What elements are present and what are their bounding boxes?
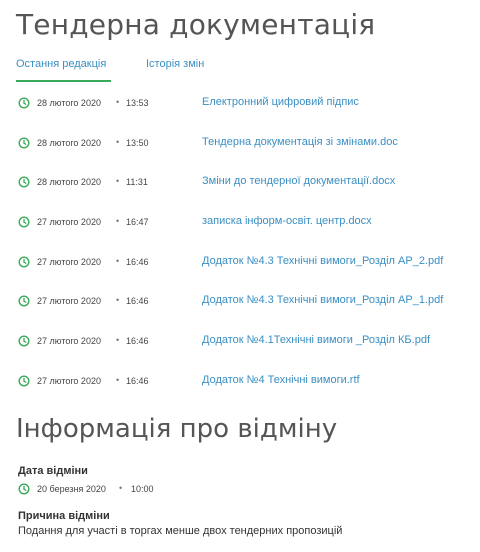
document-date: 28 лютого 2020 (37, 177, 101, 187)
clock-icon (18, 256, 30, 268)
document-link[interactable]: Додаток №4.3 Технічні вимоги_Розділ АР_2… (202, 255, 443, 267)
document-row: 27 лютого 2020 • 16:46 Додаток №4.3 Техн… (0, 293, 480, 313)
document-date: 28 лютого 2020 (37, 98, 101, 108)
separator-dot: • (116, 97, 120, 107)
document-row: 28 лютого 2020 • 13:50 Тендерна документ… (0, 135, 480, 155)
document-date: 27 лютого 2020 (37, 217, 101, 227)
document-time: 16:46 (126, 257, 149, 267)
separator-dot: • (116, 295, 120, 305)
document-time: 16:47 (126, 217, 149, 227)
cancellation-date: 20 березня 2020 (37, 484, 106, 494)
separator-dot: • (116, 137, 120, 147)
clock-icon (18, 97, 30, 109)
document-link[interactable]: Електронний цифровий підпис (202, 96, 359, 108)
clock-icon (18, 483, 30, 495)
document-time: 16:46 (126, 336, 149, 346)
document-date: 28 лютого 2020 (37, 138, 101, 148)
document-row: 27 лютого 2020 • 16:46 Додаток №4.1Техні… (0, 333, 480, 353)
cancellation-date-row: 20 березня 2020 • 10:00 (0, 481, 480, 497)
cancellation-date-label: Дата відміни (18, 465, 88, 477)
document-row: 27 лютого 2020 • 16:46 Додаток №4 Техніч… (0, 373, 480, 393)
cancellation-time: 10:00 (131, 484, 154, 494)
clock-icon (18, 176, 30, 188)
clock-icon (18, 295, 30, 307)
separator-dot: • (116, 335, 120, 345)
tab-bar: Остання редакція Історія змін (0, 54, 480, 84)
separator-dot: • (116, 256, 120, 266)
document-time: 13:50 (126, 138, 149, 148)
document-date: 27 лютого 2020 (37, 336, 101, 346)
clock-icon (18, 335, 30, 347)
separator-dot: • (116, 375, 120, 385)
document-link[interactable]: Додаток №4.3 Технічні вимоги_Розділ АР_1… (202, 294, 443, 306)
cancellation-reason-label: Причина відміни (18, 510, 110, 522)
document-link[interactable]: Зміни до тендерної документації.docx (202, 175, 395, 187)
document-time: 16:46 (126, 376, 149, 386)
cancellation-section-title: Інформація про відміну (16, 414, 338, 444)
document-row: 28 лютого 2020 • 13:53 Електронний цифро… (0, 95, 480, 115)
document-row: 27 лютого 2020 • 16:47 записка інформ-ос… (0, 214, 480, 234)
tab-change-history[interactable]: Історія змін (146, 58, 204, 80)
clock-icon (18, 375, 30, 387)
clock-icon (18, 216, 30, 228)
tab-latest-revision[interactable]: Остання редакція (16, 58, 111, 82)
separator-dot: • (119, 483, 123, 493)
page-title: Тендерна документація (16, 8, 376, 41)
document-time: 13:53 (126, 98, 149, 108)
document-time: 16:46 (126, 296, 149, 306)
document-time: 11:31 (126, 177, 148, 187)
document-date: 27 лютого 2020 (37, 296, 101, 306)
document-row: 28 лютого 2020 • 11:31 Зміни до тендерно… (0, 174, 480, 194)
document-link[interactable]: записка інформ-освіт. центр.docx (202, 215, 372, 227)
document-link[interactable]: Додаток №4.1Технічні вимоги _Розділ КБ.p… (202, 334, 430, 346)
document-row: 27 лютого 2020 • 16:46 Додаток №4.3 Техн… (0, 254, 480, 274)
document-link[interactable]: Додаток №4 Технічні вимоги.rtf (202, 374, 360, 386)
document-date: 27 лютого 2020 (37, 376, 101, 386)
cancellation-reason: Подання для участі в торгах менше двох т… (18, 525, 343, 537)
separator-dot: • (116, 176, 120, 186)
separator-dot: • (116, 216, 120, 226)
document-date: 27 лютого 2020 (37, 257, 101, 267)
document-link[interactable]: Тендерна документація зі змінами.doc (202, 136, 398, 148)
clock-icon (18, 137, 30, 149)
